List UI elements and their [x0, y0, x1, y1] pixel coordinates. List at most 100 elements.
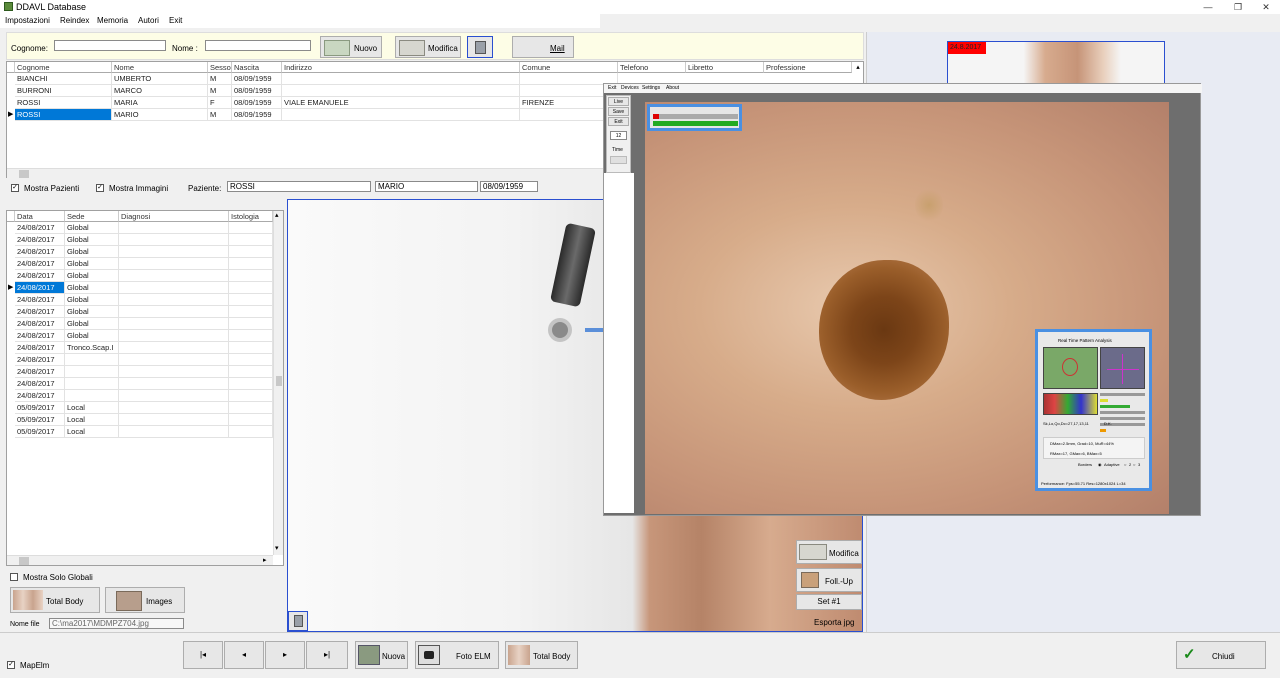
dermo-menu-bar: Exit Devices Settings About — [604, 84, 1202, 93]
cell — [65, 390, 119, 402]
scroll-right-icon[interactable]: ▸ — [263, 556, 267, 564]
col-data[interactable]: Data — [15, 211, 65, 222]
col-istologia[interactable]: Istologia — [229, 211, 273, 222]
col-cognome[interactable]: Cognome — [15, 62, 112, 73]
live-button[interactable]: Live — [608, 97, 629, 106]
scroll-thumb[interactable] — [19, 557, 29, 565]
foto-elm-button[interactable]: Foto ELM — [415, 641, 499, 669]
dermo-menu-about[interactable]: About — [666, 85, 679, 91]
restore-button[interactable]: ❐ — [1224, 0, 1252, 14]
photo-icon — [358, 645, 380, 665]
cell — [119, 318, 229, 330]
cell — [65, 366, 119, 378]
menu-exit[interactable]: Exit — [169, 16, 182, 25]
paziente-cognome-field: ROSSI — [227, 181, 371, 192]
lesion-marker[interactable] — [548, 318, 572, 342]
images-button[interactable]: Images — [105, 587, 185, 613]
cell: 05/09/2017 — [15, 402, 65, 414]
next-record-button[interactable]: ▸ — [265, 641, 305, 669]
time-button[interactable] — [610, 156, 627, 164]
col-indirizzo[interactable]: Indirizzo — [282, 62, 520, 73]
cell — [65, 354, 119, 366]
cell: Local — [65, 402, 119, 414]
esporta-jpg-link[interactable]: Esporta jpg — [814, 618, 854, 627]
scroll-up-icon[interactable]: ▴ — [275, 211, 279, 219]
checkmark-icon: ✓ — [1183, 646, 1196, 663]
mostra-pazienti-checkbox[interactable]: ✓ — [11, 184, 19, 192]
cell: Global — [65, 270, 119, 282]
col-sede[interactable]: Sede — [65, 211, 119, 222]
set-button[interactable]: Set #1 — [796, 594, 862, 610]
radio-2-icon[interactable]: ○ — [1124, 462, 1126, 467]
mostra-immagini-checkbox[interactable]: ✓ — [96, 184, 104, 192]
cell — [119, 342, 229, 354]
cell: Global — [65, 318, 119, 330]
cell: Global — [65, 246, 119, 258]
radio-3-icon[interactable]: ○ — [1133, 462, 1135, 467]
modifica-button[interactable]: Modifica — [395, 36, 461, 58]
analysis-stats: DMax=2.5mm, Grad=10, MuR=44% RMax=17, GM… — [1043, 437, 1145, 459]
prev-record-button[interactable]: ◂ — [224, 641, 264, 669]
footer-bar: |◂ ◂ ▸ ▸| Nuova Foto ELM Total Body ✓ Ch… — [0, 632, 1280, 678]
cell — [229, 378, 273, 390]
lesion — [819, 260, 949, 400]
menu-impostazioni[interactable]: Impostazioni — [5, 16, 50, 25]
nuova-button[interactable]: Nuova — [355, 641, 408, 669]
last-record-button[interactable]: ▸| — [306, 641, 348, 669]
counter-field[interactable]: 12 — [610, 131, 627, 140]
col-libretto[interactable]: Libretto — [686, 62, 764, 73]
trash-icon — [294, 615, 303, 627]
cell — [229, 318, 273, 330]
indicator-red — [653, 114, 659, 119]
nuovo-button[interactable]: Nuovo — [320, 36, 382, 58]
adaptive-radio-icon[interactable]: ◉ — [1098, 462, 1102, 467]
dermo-menu-devices[interactable]: Devices — [621, 85, 639, 91]
mostra-solo-globali-checkbox[interactable] — [10, 573, 18, 581]
mapelm-checkbox[interactable]: ✓ — [7, 661, 15, 669]
col-nascita[interactable]: Nascita — [232, 62, 282, 73]
dermo-menu-exit[interactable]: Exit — [608, 85, 616, 91]
save-button[interactable]: Save — [608, 107, 629, 116]
chiudi-button[interactable]: ✓ Chiudi — [1176, 641, 1266, 669]
visits-hscroll[interactable]: ▸ — [7, 555, 273, 565]
mail-button[interactable]: Mail — [512, 36, 574, 58]
scroll-up-icon[interactable]: ▴ — [853, 62, 863, 73]
exit-button[interactable]: Exit — [608, 117, 629, 126]
follow-up-button[interactable]: Foll.-Up — [796, 568, 862, 592]
cell: Global — [65, 222, 119, 234]
delete-image-button[interactable] — [288, 611, 308, 631]
menu-reindex[interactable]: Reindex — [60, 16, 89, 25]
col-professione[interactable]: Professione — [764, 62, 852, 73]
total-body-button[interactable]: Total Body — [10, 587, 100, 613]
dermo-menu-settings[interactable]: Settings — [642, 85, 660, 91]
col-sesso[interactable]: Sesso — [208, 62, 232, 73]
image-modifica-button[interactable]: Modifica — [796, 540, 862, 564]
scroll-thumb[interactable] — [19, 170, 29, 178]
minimize-button[interactable]: — — [1194, 0, 1222, 14]
visits-vscroll[interactable]: ▴ ▾ — [273, 211, 283, 555]
col-telefono[interactable]: Telefono — [618, 62, 686, 73]
first-record-button[interactable]: |◂ — [183, 641, 223, 669]
nome-input[interactable] — [205, 40, 311, 51]
footer-total-body-button[interactable]: Total Body — [505, 641, 578, 669]
cognome-input[interactable] — [54, 40, 166, 51]
menu-memoria[interactable]: Memoria — [97, 16, 128, 25]
cell: ROSSI — [15, 109, 112, 121]
close-button[interactable]: ✕ — [1252, 0, 1280, 14]
cell: VIALE EMANUELE — [282, 97, 520, 109]
scroll-down-icon[interactable]: ▾ — [275, 544, 279, 552]
bar — [1100, 393, 1145, 396]
col-comune[interactable]: Comune — [520, 62, 618, 73]
cell — [229, 282, 273, 294]
col-nome[interactable]: Nome — [112, 62, 208, 73]
cell: 24/08/2017 — [15, 366, 65, 378]
delete-button[interactable] — [467, 36, 493, 58]
cell: Local — [65, 426, 119, 438]
col-diagnosi[interactable]: Diagnosi — [119, 211, 229, 222]
cell — [229, 222, 273, 234]
cell — [229, 270, 273, 282]
scroll-thumb[interactable] — [276, 376, 282, 386]
menu-autori[interactable]: Autori — [138, 16, 159, 25]
cell: 24/08/2017 — [15, 390, 65, 402]
cell — [119, 234, 229, 246]
